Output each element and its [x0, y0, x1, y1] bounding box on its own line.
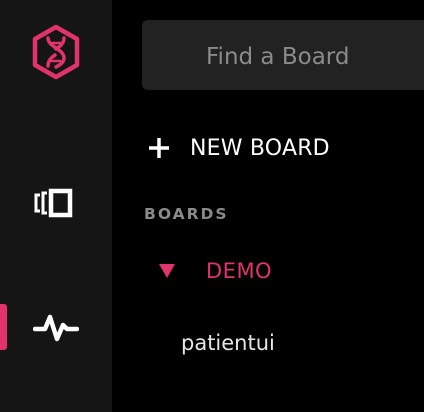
new-board-label: NEW BOARD: [190, 135, 330, 161]
board-group-label: DEMO: [206, 259, 273, 283]
active-nav-indicator: [0, 304, 7, 350]
board-item-patientui[interactable]: patientui: [181, 331, 275, 355]
boards-icon: [34, 188, 73, 218]
search-input[interactable]: [142, 20, 424, 90]
app: NEW BOARD BOARDS DEMO patientui: [0, 0, 424, 412]
pulse-icon: [33, 314, 79, 342]
sidebar-rail: [0, 0, 112, 412]
boards-nav-button[interactable]: [28, 175, 84, 231]
dna-hexagon-icon: [32, 24, 80, 80]
boards-section-header: BOARDS: [144, 205, 229, 223]
logo-button[interactable]: [28, 24, 84, 80]
pulse-nav-button[interactable]: [28, 299, 84, 355]
board-group-demo[interactable]: DEMO: [156, 254, 272, 288]
caret-down-icon: [156, 260, 178, 282]
plus-icon: [146, 135, 172, 161]
new-board-button[interactable]: NEW BOARD: [146, 130, 330, 166]
